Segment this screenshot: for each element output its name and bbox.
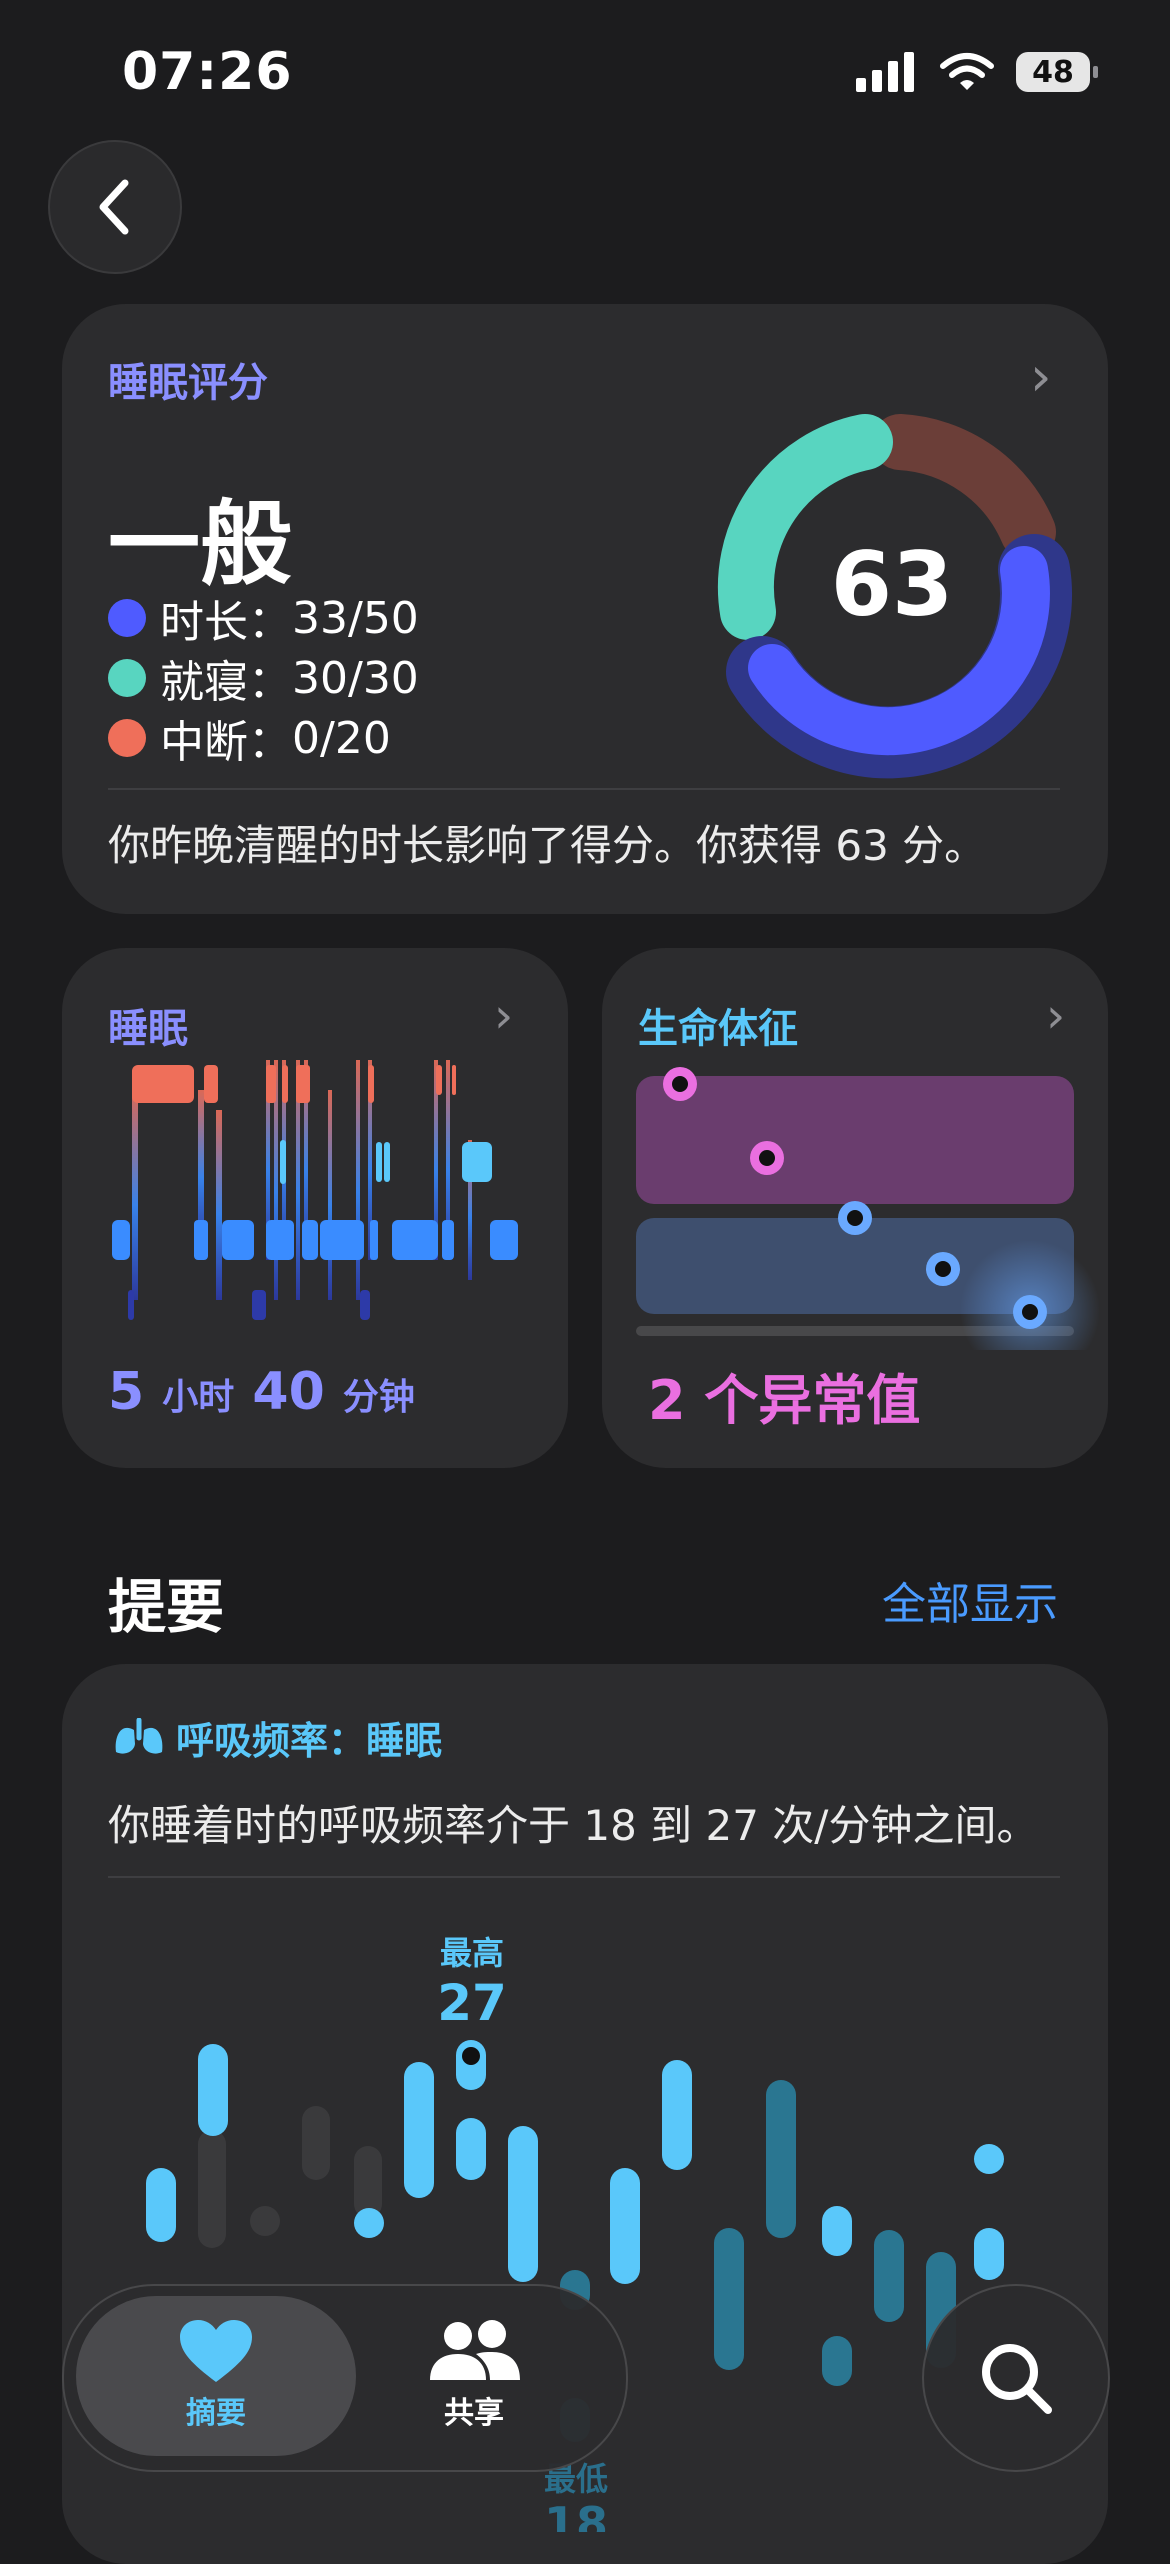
chevron-right-icon: › <box>494 988 514 1044</box>
wifi-icon <box>940 53 994 90</box>
heart-icon <box>180 2320 252 2382</box>
search-icon <box>982 2344 1052 2414</box>
sleep-score-donut: 63 <box>717 414 1072 779</box>
sleep-score-rating: 一般 <box>108 491 293 598</box>
people-icon <box>430 2320 520 2380</box>
lungs-icon <box>115 1717 163 1754</box>
sleep-duration: 5 小时 40 分钟 <box>108 1362 415 1422</box>
sleep-score-title: 睡眠评分 <box>108 360 268 406</box>
vitals-card-title: 生命体征 <box>638 1006 798 1052</box>
duration-value: 33/50 <box>292 592 419 644</box>
vitals-high-band <box>636 1076 1074 1204</box>
interruptions-dot <box>108 719 146 757</box>
cellular-signal-icon <box>856 52 914 92</box>
interruptions-label: 中断： <box>160 717 292 768</box>
sleep-score-value: 63 <box>831 533 953 636</box>
max-value: 27 <box>437 1974 507 2032</box>
chevron-right-icon: › <box>1030 345 1052 408</box>
bedtime-dot <box>108 659 146 697</box>
battery-level: 48 <box>1032 54 1074 90</box>
duration-dot <box>108 599 146 637</box>
score-row-interruptions: 中断： 0/20 <box>108 706 391 770</box>
sleep-minutes: 40 <box>252 1362 325 1422</box>
vitals-anomaly-count: 2 个异常值 <box>648 1369 921 1432</box>
donut-interruptions-arc <box>872 414 1056 560</box>
tab-sharing-label: 共享 <box>444 2396 504 2431</box>
back-button[interactable] <box>48 140 182 274</box>
sleep-hours-unit: 小时 <box>162 1377 235 1418</box>
interruptions-value: 0/20 <box>292 712 391 764</box>
highlights-title: 提要 <box>108 1573 225 1641</box>
respiratory-card-description: 你睡着时的呼吸频率介于 18 到 27 次/分钟之间。 <box>108 1801 1039 1850</box>
sleep-hours: 5 <box>108 1362 145 1422</box>
respiratory-card-title: 呼吸频率：睡眠 <box>176 1719 443 1763</box>
sleep-stages-chart <box>112 1060 518 1320</box>
tab-summary-label: 摘要 <box>186 2396 246 2431</box>
bedtime-label: 就寝： <box>160 657 292 708</box>
score-row-duration: 时长： 33/50 <box>108 586 419 650</box>
vitals-chart <box>636 1067 1100 1350</box>
tab-summary[interactable]: 摘要 <box>116 2318 316 2432</box>
min-value: 18 <box>544 2497 608 2532</box>
bedtime-value: 30/30 <box>292 652 419 704</box>
tab-sharing[interactable]: 共享 <box>374 2318 574 2432</box>
max-label: 最高 <box>440 1934 504 1972</box>
sleep-minutes-unit: 分钟 <box>342 1377 415 1418</box>
sleep-score-description: 你昨晚清醒的时长影响了得分。你获得 63 分。 <box>108 821 987 870</box>
respiratory-card-header: 呼吸频率：睡眠 <box>112 1710 442 1765</box>
status-icons: 48 <box>856 52 1098 92</box>
divider <box>108 788 1060 790</box>
search-button[interactable] <box>922 2284 1110 2472</box>
chevron-right-icon: › <box>1046 988 1066 1044</box>
sleep-card-title: 睡眠 <box>108 1006 188 1052</box>
show-all-link[interactable]: 全部显示 <box>882 1568 1058 1632</box>
divider <box>108 1876 1060 1878</box>
battery-icon: 48 <box>1016 52 1098 92</box>
chevron-left-icon <box>99 179 129 235</box>
status-time: 07:26 <box>122 42 293 102</box>
duration-label: 时长： <box>160 597 292 648</box>
score-row-bedtime: 就寝： 30/30 <box>108 646 419 710</box>
